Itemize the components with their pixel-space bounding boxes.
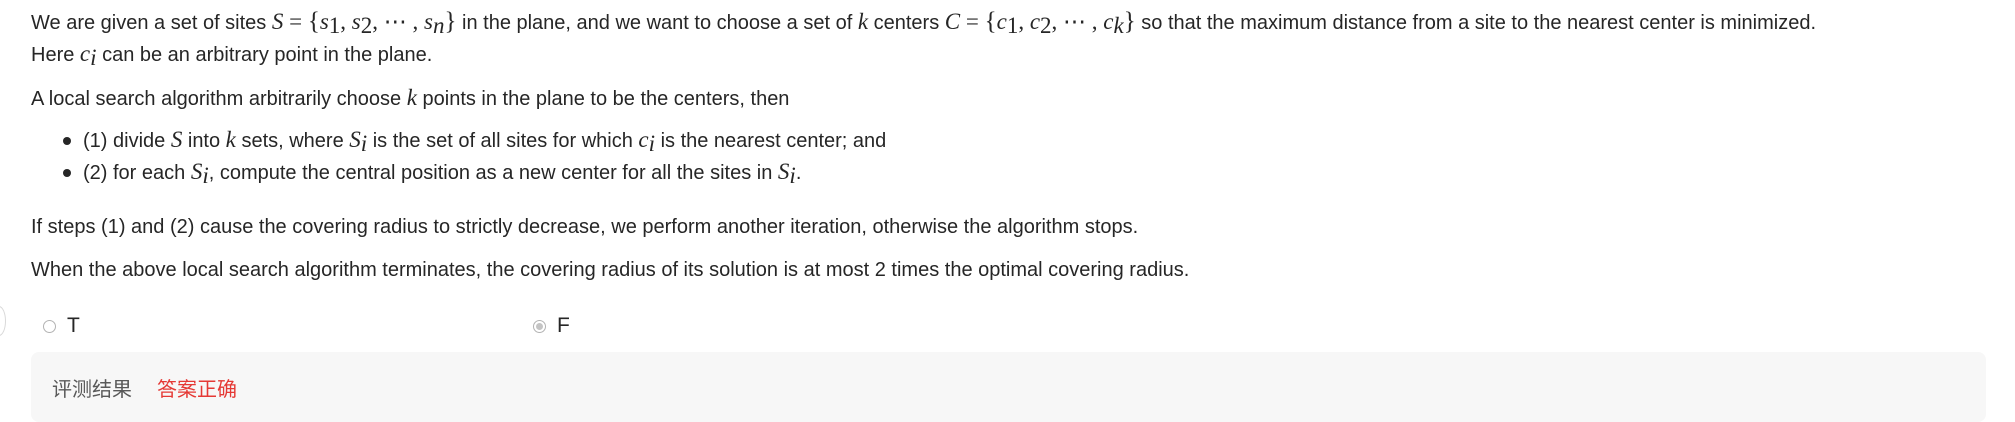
stop-condition-text: If steps (1) and (2) cause the covering … [31, 216, 1139, 238]
option-false-label: F [557, 314, 570, 337]
radio-false-selected[interactable] [533, 319, 546, 333]
result-label: 评测结果 [52, 377, 132, 401]
math-C: C [944, 9, 961, 34]
bullet-dot [63, 169, 71, 177]
option-true[interactable]: T [43, 314, 80, 338]
left-edge-handle [0, 306, 6, 336]
radio-true[interactable] [43, 319, 56, 333]
math-S: S [271, 9, 284, 34]
step-1-item: (1) divide S into k sets, where Si is th… [83, 127, 887, 156]
step-2-item: (2) for each Si, compute the central pos… [83, 159, 802, 188]
option-true-label: T [67, 314, 80, 337]
bullet-dot [63, 137, 71, 145]
math-k: k [857, 9, 869, 34]
result-status: 答案正确 [157, 377, 237, 401]
algorithm-intro: A local search algorithm arbitrarily cho… [31, 85, 790, 110]
option-false[interactable]: F [533, 314, 570, 338]
problem-paragraph-line-1: We are given a set of sites S = {s1, s2,… [31, 8, 1817, 38]
statement-text: When the above local search algorithm te… [31, 259, 1190, 281]
problem-paragraph-line-2: Here ci can be an arbitrary point in the… [31, 41, 433, 70]
